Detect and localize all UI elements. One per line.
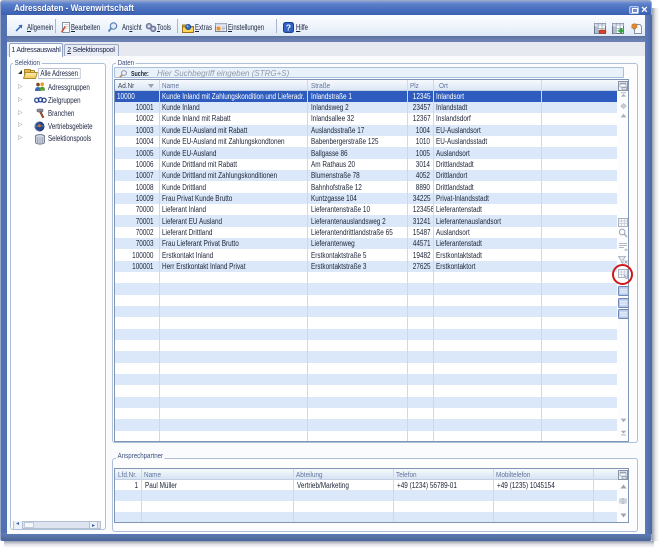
svg-text:?: ?: [286, 23, 291, 33]
